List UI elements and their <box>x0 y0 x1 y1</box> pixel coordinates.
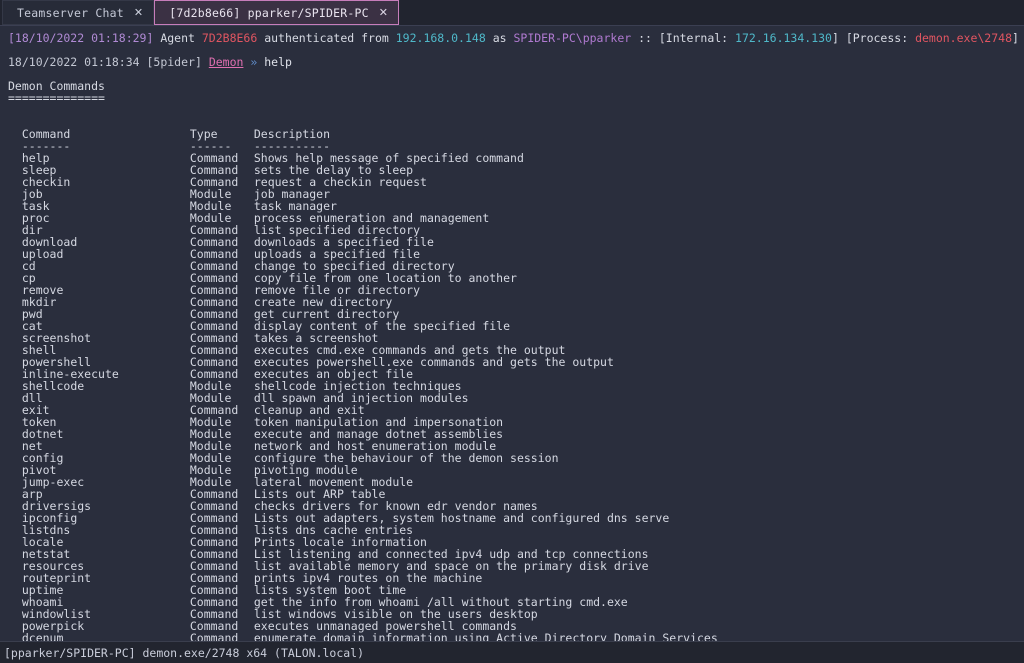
table-row: upload Command uploads a specified file <box>8 248 1016 260</box>
table-row: mkdir Command create new directory <box>8 296 1016 308</box>
log-text: :: [Internal: <box>631 31 736 45</box>
table-row: pivot Module pivoting module <box>8 464 1016 476</box>
user-account: SPIDER-PC\pparker <box>513 31 632 45</box>
console-content: [18/10/2022 01:18:29] Agent 7D2B8E66 aut… <box>0 32 1024 641</box>
cell-command: dotnet <box>21 427 64 441</box>
log-text: Agent <box>153 31 202 45</box>
log-text: ] [Arch: <box>1012 31 1019 45</box>
status-bar: [pparker/SPIDER-PC] demon.exe/2748 x64 (… <box>0 641 1024 663</box>
table-row: exit Command cleanup and exit <box>8 404 1016 416</box>
table-header-row: Command Type Description <box>8 128 1016 140</box>
log-line-prompt: 18/10/2022 01:18:34 [5pider] Demon » hel… <box>8 56 1016 68</box>
cell-command: cd <box>21 259 36 273</box>
log-timestamp: [18/10/2022 01:18:29] <box>8 31 154 45</box>
cell-command: jump-exec <box>21 475 85 489</box>
close-icon[interactable]: ✕ <box>134 7 143 18</box>
tab-bar: Teamserver Chat ✕ [7d2b8e66] pparker/SPI… <box>0 0 1024 26</box>
prompt-timestamp: 18/10/2022 01:18:34 <box>8 55 140 69</box>
agent-id: 7D2B8E66 <box>201 31 258 45</box>
table-row: help Command Shows help message of specifi… <box>8 152 1016 164</box>
table-row: inline-execute Command executes an object … <box>8 368 1016 380</box>
table-row: dir Command list specified directory <box>8 224 1016 236</box>
table-row: config Module configure the behaviour of t… <box>8 452 1016 464</box>
source-ip: 192.168.0.148 <box>395 31 486 45</box>
section-title: Demon Commands <box>8 79 105 93</box>
log-text: authenticated from <box>257 31 396 45</box>
cell-command: proc <box>21 211 50 225</box>
table-row: remove Command remove file or directory <box>8 284 1016 296</box>
prompt-agent-label: Demon <box>208 55 244 69</box>
cell-command: shellcode <box>21 379 85 393</box>
cell-description: enumerate domain information using Activ… <box>253 631 718 641</box>
tab-teamserver-chat[interactable]: Teamserver Chat ✕ <box>2 0 155 25</box>
cell-type: Command <box>189 631 239 641</box>
cell-command: pwd <box>21 307 43 321</box>
table-row: powershell Command executes powershell.exe… <box>8 356 1016 368</box>
table-row: dcenum Command enumerate domain informatio… <box>8 632 1016 641</box>
prompt-arrow-icon: » <box>243 55 265 69</box>
table-row: proc Module process enumeration and manage… <box>8 212 1016 224</box>
log-text: ] [Process: <box>831 31 916 45</box>
tab-agent-session[interactable]: [7d2b8e66] pparker/SPIDER-PC ✕ <box>154 0 400 25</box>
table-row: routeprint Command prints ipv4 routes on t… <box>8 572 1016 584</box>
close-icon[interactable]: ✕ <box>379 7 388 18</box>
prompt-command: help <box>264 55 292 69</box>
table-row: jump-exec Module lateral movement module <box>8 476 1016 488</box>
table-row: ipconfig Command Lists out adapters, syste… <box>8 512 1016 524</box>
process-name: demon.exe\2748 <box>915 31 1012 45</box>
tab-label: [7d2b8e66] pparker/SPIDER-PC <box>169 5 369 20</box>
demon-console-window: Teamserver Chat ✕ [7d2b8e66] pparker/SPI… <box>0 0 1024 663</box>
cell-command: checkin <box>21 175 71 189</box>
console-output[interactable]: [18/10/2022 01:18:29] Agent 7D2B8E66 aut… <box>0 26 1024 641</box>
table-row: download Command downloads a specified fil… <box>8 236 1016 248</box>
internal-ip: 172.16.134.130 <box>735 31 832 45</box>
table-row: cat Command display content of the specifi… <box>8 320 1016 332</box>
table-row: sleep Command sets the delay to sleep <box>8 164 1016 176</box>
table-row: resources Command list available memory an… <box>8 560 1016 572</box>
status-bar-text: [pparker/SPIDER-PC] demon.exe/2748 x64 (… <box>4 645 365 660</box>
log-text: as <box>485 31 514 45</box>
table-row: job Module job manager <box>8 188 1016 200</box>
prompt-session: [5pider] <box>139 55 209 69</box>
section-underline: ============== <box>8 91 105 105</box>
table-row: shellcode Module shellcode injection techn… <box>8 380 1016 392</box>
table-row: dotnet Module execute and manage dotnet as… <box>8 428 1016 440</box>
table-row: checkin Command request a checkin request <box>8 176 1016 188</box>
commands-table: Command Type Description ------- ------ ----… <box>8 128 1016 641</box>
cell-command: upload <box>21 247 64 261</box>
table-row: task Module task manager <box>8 200 1016 212</box>
table-row: pwd Command get current directory <box>8 308 1016 320</box>
table-row: token Module token manipulation and impers… <box>8 416 1016 428</box>
table-row: dll Module dll spawn and injection modules <box>8 392 1016 404</box>
cell-command: mkdir <box>21 295 57 309</box>
tab-label: Teamserver Chat <box>17 5 124 20</box>
log-line-agent-authenticated: [18/10/2022 01:18:29] Agent 7D2B8E66 aut… <box>8 31 1019 45</box>
cell-command: dcenum <box>21 631 64 641</box>
table-row: listdns Command lists dns cache entries <box>8 524 1016 536</box>
table-row: cp Command copy file from one location to … <box>8 272 1016 284</box>
